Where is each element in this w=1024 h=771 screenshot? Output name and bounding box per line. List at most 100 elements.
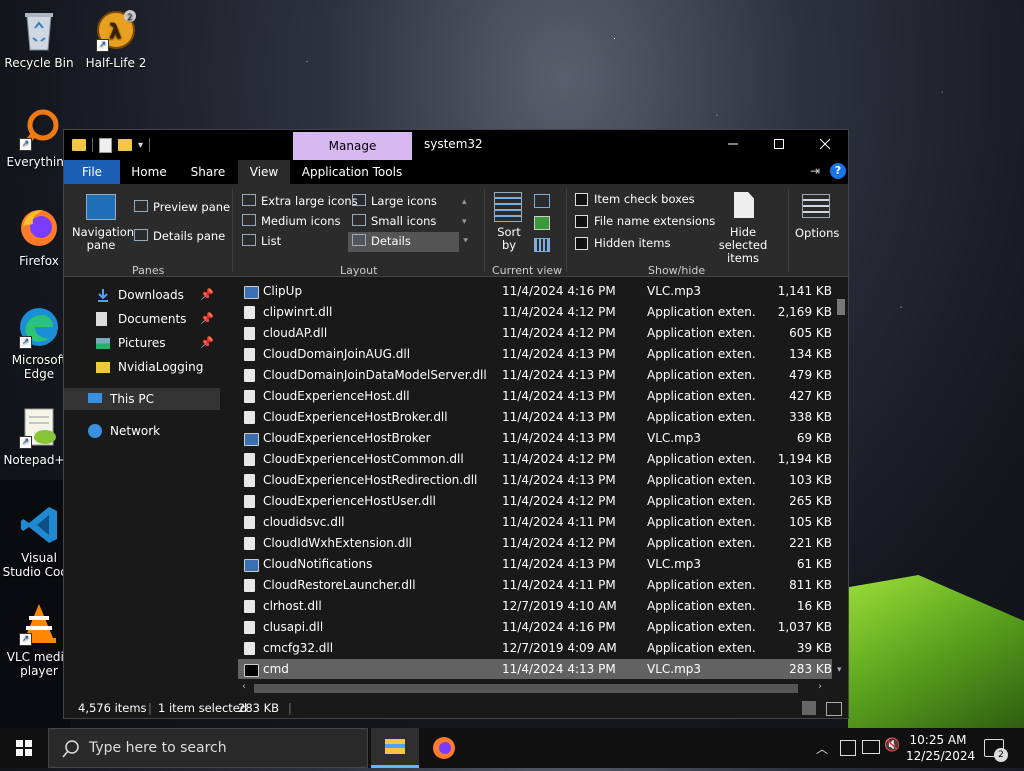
close-button[interactable]	[802, 130, 848, 160]
file-row[interactable]: CloudExperienceHostBroker 11/4/2024 4:13 …	[238, 428, 832, 449]
nav-item-nvidialogging[interactable]: NvidiaLogging	[64, 356, 220, 378]
hide-selected-items-button[interactable]: Hide selected items	[706, 226, 780, 265]
search-icon	[62, 740, 79, 758]
file-type: Application exten...	[647, 536, 755, 550]
nav-item-pictures[interactable]: Pictures 📌	[64, 332, 220, 354]
group-by-icon[interactable]	[534, 194, 550, 208]
manage-context-tab[interactable]: Manage	[293, 132, 412, 160]
sort-by-button[interactable]: Sort by	[494, 226, 524, 252]
file-name: cloudidsvc.dll	[263, 515, 345, 529]
file-row[interactable]: ClipUp 11/4/2024 4:16 PM VLC.mp3 1,141 KB	[238, 281, 832, 302]
tab-home[interactable]: Home	[122, 160, 176, 184]
file-explorer-window[interactable]: ▾ Manage system32 File Home Share View A…	[63, 129, 849, 719]
scroll-right-icon[interactable]: ›	[818, 681, 822, 692]
minimize-button[interactable]	[710, 130, 756, 160]
properties-icon[interactable]	[99, 137, 112, 153]
layout-small-icons[interactable]: Small icons	[352, 214, 436, 228]
pin-icon[interactable]: 📌	[200, 332, 214, 354]
dll-file-icon	[244, 642, 255, 655]
tray-app-icon[interactable]	[840, 740, 856, 756]
taskbar-file-explorer[interactable]	[371, 728, 419, 768]
title-bar[interactable]: ▾ Manage system32	[64, 130, 848, 160]
tab-share[interactable]: Share	[180, 160, 236, 184]
file-name: cmd	[263, 662, 289, 676]
tab-application-tools[interactable]: Application Tools	[296, 160, 408, 184]
layout-scroll-arrows[interactable]: ▴ ▾ ⯆	[462, 192, 469, 252]
layout-list[interactable]: List	[242, 234, 281, 248]
options-button[interactable]: Options	[795, 226, 839, 240]
navigation-pane-button[interactable]: Navigation pane	[72, 226, 134, 252]
desktop-icon-half-life-2[interactable]: λ2 ↗ Half-Life 2	[78, 8, 154, 70]
tab-view[interactable]: View	[238, 160, 290, 184]
vertical-scroll-thumb[interactable]	[837, 299, 845, 315]
tab-file[interactable]: File	[64, 160, 120, 184]
layout-medium-icons[interactable]: Medium icons	[242, 214, 340, 228]
file-row[interactable]: CloudDomainJoinAUG.dll 11/4/2024 4:13 PM A…	[238, 344, 832, 365]
dll-file-icon	[244, 306, 255, 319]
volume-muted-icon[interactable]: 🔇	[884, 738, 900, 753]
file-name-extensions-checkbox[interactable]	[575, 215, 588, 228]
file-row[interactable]: CloudRestoreLauncher.dll 11/4/2024 4:11 P…	[238, 575, 832, 596]
file-date: 11/4/2024 4:12 PM	[502, 305, 616, 319]
file-row[interactable]: CloudIdWxhExtension.dll 11/4/2024 4:12 PM…	[238, 533, 832, 554]
item-check-boxes-checkbox[interactable]	[575, 193, 588, 206]
file-type: VLC.mp3	[647, 662, 702, 676]
file-row[interactable]: cloudAP.dll 11/4/2024 4:12 PM Application …	[238, 323, 832, 344]
layout-extra-large-icons[interactable]: Extra large icons	[242, 194, 358, 208]
show-hidden-icons-chevron-icon[interactable]: ︿	[816, 740, 828, 757]
details-view-toggle-icon[interactable]	[802, 701, 816, 715]
file-row[interactable]: cmcfg32.dll 12/7/2019 4:09 AM Application …	[238, 638, 832, 659]
network-tray-icon[interactable]	[862, 740, 880, 754]
scroll-down-icon[interactable]: ▾	[837, 665, 842, 675]
preview-pane-button[interactable]: Preview pane	[134, 200, 230, 214]
nav-item-documents[interactable]: Documents 📌	[64, 308, 220, 330]
svg-text:2: 2	[127, 13, 133, 23]
horizontal-scroll-thumb[interactable]	[254, 684, 798, 693]
taskbar-firefox[interactable]	[420, 728, 468, 768]
add-columns-icon[interactable]	[534, 216, 550, 230]
large-icons-view-toggle-icon[interactable]	[826, 702, 842, 716]
file-row[interactable]: CloudNotifications 11/4/2024 4:13 PM VLC.m…	[238, 554, 832, 575]
hidden-items-checkbox[interactable]	[575, 237, 588, 250]
taskbar-clock[interactable]: 10:25 AM 12/25/2024	[906, 732, 975, 764]
vertical-scrollbar[interactable]: ▾	[834, 277, 848, 679]
vlc-cone-icon: ↗	[17, 602, 61, 646]
layout-details[interactable]: Details	[352, 234, 411, 248]
firefox-icon	[433, 737, 455, 759]
maximize-button[interactable]	[756, 130, 802, 160]
size-columns-icon[interactable]	[534, 238, 550, 252]
file-row[interactable]: clusapi.dll 11/4/2024 4:16 PM Application …	[238, 617, 832, 638]
customize-toolbar-icon[interactable]: ▾	[138, 140, 143, 151]
file-row[interactable]: CloudExperienceHostCommon.dll 11/4/2024 4…	[238, 449, 832, 470]
nav-item-network[interactable]: Network	[64, 420, 220, 442]
collapse-ribbon-icon[interactable]: ⇥	[810, 164, 820, 178]
desktop-icon-recycle-bin[interactable]: Recycle Bin	[1, 8, 77, 70]
pictures-icon	[96, 338, 110, 349]
nav-item-this-pc[interactable]: This PC	[64, 388, 220, 410]
start-button[interactable]	[0, 728, 48, 768]
file-row[interactable]: CloudExperienceHostBroker.dll 11/4/2024 4…	[238, 407, 832, 428]
file-row[interactable]: cloudidsvc.dll 11/4/2024 4:11 PM Applicati…	[238, 512, 832, 533]
file-list[interactable]: ClipUp 11/4/2024 4:16 PM VLC.mp3 1,141 KB cl…	[238, 277, 834, 679]
help-icon[interactable]: ?	[830, 163, 846, 179]
pin-icon[interactable]: 📌	[200, 284, 214, 306]
file-row[interactable]: CloudExperienceHost.dll 11/4/2024 4:13 PM…	[238, 386, 832, 407]
file-name: cmcfg32.dll	[263, 641, 334, 655]
nav-item-downloads[interactable]: Downloads 📌	[64, 284, 220, 306]
layout-large-icons[interactable]: Large icons	[352, 194, 437, 208]
file-row[interactable]: CloudDomainJoinDataModelServer.dll 11/4/2…	[238, 365, 832, 386]
dll-file-icon	[244, 453, 255, 466]
scroll-left-icon[interactable]: ‹	[242, 681, 246, 692]
file-row[interactable]: CloudExperienceHostUser.dll 11/4/2024 4:1…	[238, 491, 832, 512]
status-selected: 1 item selected	[158, 701, 248, 715]
details-pane-button[interactable]: Details pane	[134, 229, 225, 243]
dll-file-icon	[244, 327, 255, 340]
horizontal-scrollbar[interactable]: ‹ ›	[238, 680, 834, 697]
file-row[interactable]: CloudExperienceHostRedirection.dll 11/4/2…	[238, 470, 832, 491]
pin-icon[interactable]: 📌	[200, 308, 214, 330]
taskbar-search-box[interactable]: Type here to search	[48, 728, 368, 768]
file-row[interactable]: clrhost.dll 12/7/2019 4:10 AM Application …	[238, 596, 832, 617]
file-row[interactable]: cmd 11/4/2024 4:13 PM VLC.mp3 283 KB	[238, 659, 832, 679]
new-folder-icon[interactable]	[118, 139, 132, 151]
file-row[interactable]: clipwinrt.dll 11/4/2024 4:12 PM Applicatio…	[238, 302, 832, 323]
